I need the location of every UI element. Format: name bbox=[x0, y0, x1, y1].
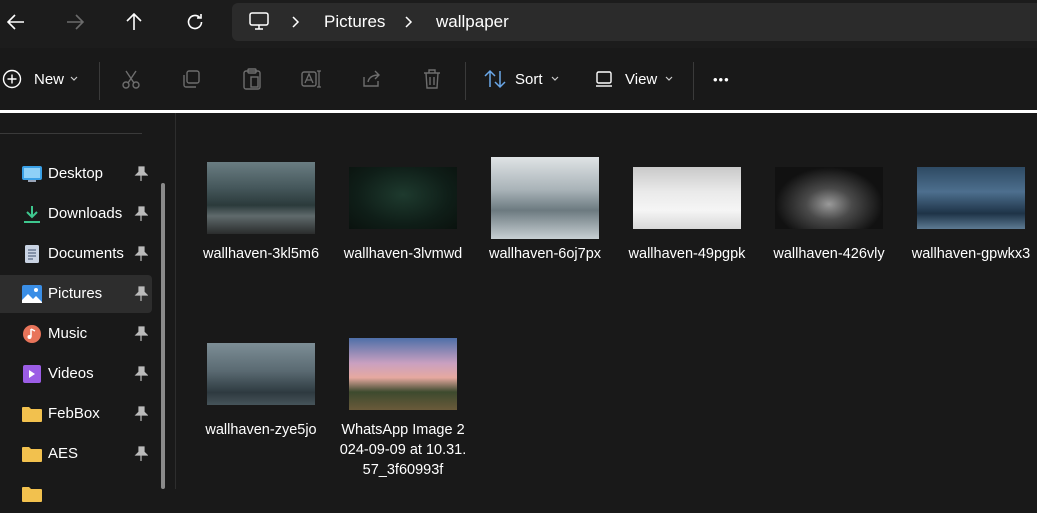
pin-icon bbox=[134, 206, 148, 221]
back-button[interactable] bbox=[0, 4, 36, 40]
address-bar[interactable]: Pictures wallpaper bbox=[232, 3, 1037, 41]
breadcrumb-chevron-icon[interactable] bbox=[292, 3, 300, 41]
refresh-button[interactable] bbox=[175, 4, 215, 40]
chevron-down-icon bbox=[551, 76, 558, 81]
sidebar-item-music[interactable]: Music bbox=[0, 315, 152, 353]
document-icon bbox=[25, 245, 39, 263]
sidebar-item-desktop[interactable]: Desktop bbox=[0, 155, 152, 193]
sidebar-item-label: Downloads bbox=[48, 205, 123, 222]
navigation-bar: Pictures wallpaper bbox=[0, 0, 1037, 48]
thumbnail bbox=[764, 153, 894, 243]
folder-icon bbox=[22, 407, 42, 422]
file-name: wallhaven-zye5jo bbox=[205, 422, 317, 438]
view-label: View bbox=[625, 70, 658, 88]
pin-icon bbox=[134, 166, 148, 181]
pin-icon bbox=[134, 406, 148, 421]
file-name: wallhaven-3lvmwd bbox=[343, 246, 463, 262]
pin-icon bbox=[134, 326, 148, 341]
copy-icon bbox=[183, 70, 200, 88]
thumbnail bbox=[338, 153, 468, 243]
sidebar-item-label: Documents bbox=[48, 245, 124, 262]
navigation-pane: Desktop Downloads Documents Pictures Mus… bbox=[0, 113, 176, 502]
arrow-left-icon bbox=[7, 14, 24, 30]
sort-icon bbox=[484, 69, 506, 89]
chevron-down-icon bbox=[70, 76, 78, 81]
videos-icon bbox=[23, 365, 41, 383]
share-button[interactable] bbox=[361, 62, 383, 96]
pin-icon bbox=[134, 286, 148, 301]
copy-button[interactable] bbox=[181, 62, 201, 96]
file-name: wallhaven-gpwkx3 bbox=[911, 246, 1031, 262]
sidebar-item-label: Videos bbox=[48, 365, 94, 382]
sidebar-item-label: Music bbox=[48, 325, 88, 342]
thumbnail bbox=[480, 153, 610, 243]
sidebar-item-aes[interactable]: AES bbox=[0, 435, 152, 473]
delete-button[interactable] bbox=[422, 62, 442, 96]
pictures-icon bbox=[22, 285, 42, 303]
view-icon bbox=[596, 71, 612, 87]
arrow-up-icon bbox=[126, 13, 142, 30]
command-bar: New Sort View ••• bbox=[0, 48, 1037, 110]
arrow-right-icon bbox=[67, 14, 84, 30]
rename-button[interactable] bbox=[301, 62, 323, 96]
trash-icon bbox=[424, 69, 440, 89]
thumbnail bbox=[906, 153, 1036, 243]
sidebar-item-pictures[interactable]: Pictures bbox=[0, 275, 152, 313]
up-button[interactable] bbox=[114, 4, 154, 40]
breadcrumb-chevron-icon[interactable] bbox=[405, 3, 413, 41]
thumbnail bbox=[622, 153, 752, 243]
cut-button[interactable] bbox=[121, 62, 141, 96]
sidebar-item-partial[interactable] bbox=[0, 475, 152, 513]
plus-circle-icon bbox=[2, 69, 22, 89]
more-options-button[interactable]: ••• bbox=[713, 62, 730, 96]
file-name: wallhaven-6oj7px bbox=[488, 246, 602, 262]
thumbnail bbox=[196, 329, 326, 419]
sidebar-item-label: AES bbox=[48, 445, 79, 462]
toolbar-separator bbox=[465, 62, 466, 100]
sidebar-divider bbox=[0, 133, 142, 134]
thumbnail bbox=[338, 329, 468, 419]
toolbar-separator bbox=[99, 62, 100, 100]
sidebar-item-documents[interactable]: Documents bbox=[0, 235, 152, 273]
sidebar-item-febbox[interactable]: FebBox bbox=[0, 395, 152, 433]
chevron-down-icon bbox=[665, 76, 673, 81]
folder-icon bbox=[22, 447, 42, 462]
sidebar-item-label: Pictures bbox=[48, 285, 103, 302]
sidebar-item-downloads[interactable]: Downloads bbox=[0, 195, 152, 233]
monitor-icon bbox=[249, 12, 269, 30]
new-button[interactable]: New bbox=[2, 62, 78, 96]
sort-label: Sort bbox=[515, 70, 543, 88]
breadcrumb-wallpaper[interactable]: wallpaper bbox=[436, 3, 509, 41]
pin-icon bbox=[134, 246, 148, 261]
download-icon bbox=[24, 206, 40, 223]
sidebar-scrollbar[interactable] bbox=[161, 183, 165, 489]
rename-icon bbox=[301, 70, 321, 88]
music-icon bbox=[23, 325, 41, 343]
file-name: wallhaven-49pgpk bbox=[628, 246, 746, 262]
thumbnail bbox=[196, 153, 326, 243]
share-icon bbox=[363, 70, 380, 87]
forward-button[interactable] bbox=[55, 4, 95, 40]
more-icon: ••• bbox=[713, 71, 730, 87]
sidebar-item-videos[interactable]: Videos bbox=[0, 355, 152, 393]
file-name: wallhaven-426vly bbox=[773, 246, 885, 262]
view-button[interactable]: View bbox=[595, 62, 673, 96]
folder-icon bbox=[22, 487, 42, 502]
sidebar-item-label: FebBox bbox=[48, 405, 100, 422]
sort-button[interactable]: Sort bbox=[484, 62, 559, 96]
toolbar-separator bbox=[693, 62, 694, 100]
new-label: New bbox=[34, 70, 65, 88]
refresh-icon bbox=[187, 14, 203, 30]
desktop-icon bbox=[22, 166, 42, 182]
scissors-icon bbox=[122, 70, 140, 89]
file-name: WhatsApp Image 2024-09-09 at 10.31.57_3f… bbox=[339, 422, 467, 478]
pin-icon bbox=[134, 446, 148, 461]
clipboard-icon bbox=[243, 68, 261, 90]
paste-button[interactable] bbox=[242, 62, 262, 96]
file-view: wallhaven-3kl5m6 wallhaven-3lvmwd wallha… bbox=[176, 113, 1037, 489]
breadcrumb-pictures[interactable]: Pictures bbox=[324, 3, 385, 41]
pin-icon bbox=[134, 366, 148, 381]
sidebar-item-label: Desktop bbox=[48, 165, 104, 182]
file-name: wallhaven-3kl5m6 bbox=[202, 246, 320, 262]
